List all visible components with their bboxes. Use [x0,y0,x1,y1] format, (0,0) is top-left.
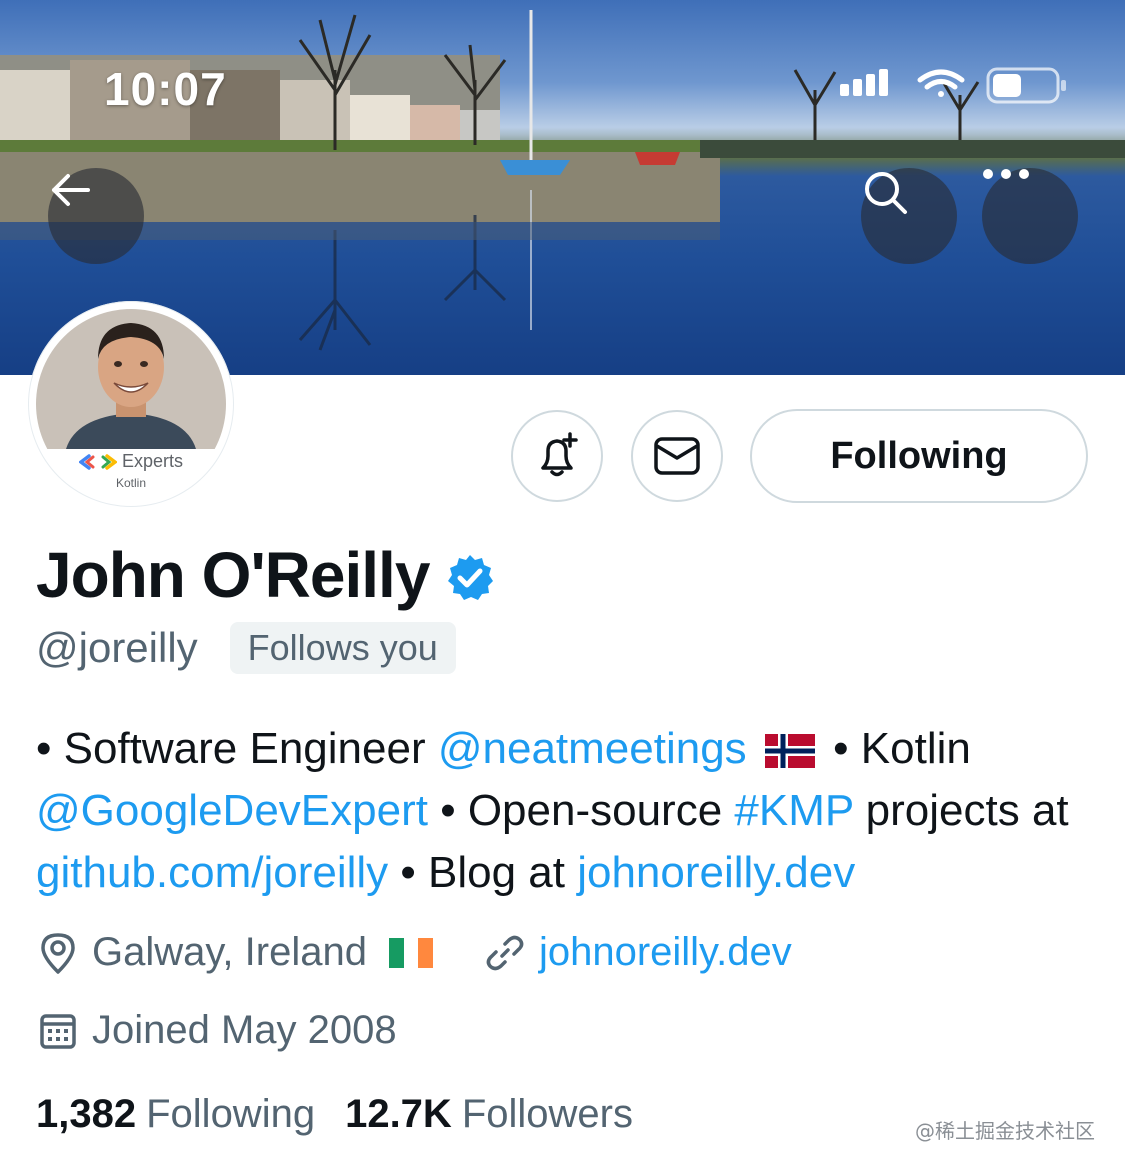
profile-meta-joined-row: Joined May 2008 [36,1008,397,1053]
avatar-badge: Experts [36,451,226,472]
notifications-button[interactable] [511,410,603,502]
profile-name-row: John O'Reilly [36,538,495,612]
ireland-flag-icon [388,937,433,968]
mail-icon [654,437,700,475]
bio-link-github[interactable]: github.com/joreilly [36,848,388,897]
location-pin-icon [36,931,80,975]
bio-text: projects at [853,786,1069,835]
notification-bell-plus-icon [541,432,578,477]
profile-bio: • Software Engineer @neatmeetings • Kotl… [36,718,1096,904]
followers-count: 12.7K [345,1092,452,1136]
message-button[interactable] [631,410,723,502]
back-arrow-icon [52,174,90,206]
bio-mention-googledevexpert[interactable]: @GoogleDevExpert [36,786,428,835]
wifi-icon [917,69,965,97]
avatar[interactable]: Experts Kotlin [28,301,234,507]
follows-you-badge: Follows you [229,622,456,674]
bio-hashtag-kmp[interactable]: #KMP [734,786,853,835]
search-icon [865,172,907,214]
bio-text: • Blog at [388,848,578,897]
dev-experts-logo-icon [78,454,118,470]
profile-meta-location-row: Galway, Ireland johnoreilly.dev [36,930,792,975]
status-time: 10:07 [104,63,227,115]
bio-link-blog[interactable]: johnoreilly.dev [577,848,855,897]
followers-label: Followers [461,1092,633,1136]
location-text: Galway, Ireland [92,930,367,974]
verified-badge-icon[interactable] [445,553,495,603]
more-options-button[interactable] [982,168,1078,264]
joined-text: Joined May 2008 [92,1008,397,1052]
profile-handle: @joreilly [36,624,198,671]
following-count: 1,382 [36,1092,137,1136]
norway-flag-icon [764,734,815,769]
watermark: @稀土掘金技术社区 [915,1119,1095,1143]
calendar-icon [36,1009,80,1053]
following-button[interactable]: Following [750,409,1088,503]
avatar-badge-brand: Experts [121,451,184,471]
avatar-image: Experts Kotlin [36,309,226,499]
followers-stat[interactable]: 12.7K Followers [345,1092,633,1137]
bio-text: • Kotlin [820,724,971,773]
battery-icon [986,67,1066,104]
bio-mention-neatmeetings[interactable]: @neatmeetings [438,724,747,773]
link-icon [483,931,527,975]
following-stat[interactable]: 1,382 Following [36,1092,315,1137]
avatar-badge-sub: Kotlin [115,476,147,490]
back-button[interactable] [48,168,144,264]
following-label: Following [146,1092,316,1136]
bio-text: • Open-source [427,786,735,835]
profile-name: John O'Reilly [36,539,430,611]
more-icon [983,169,1029,179]
website-link[interactable]: johnoreilly.dev [539,930,792,975]
bio-text: • Software Engineer [36,724,438,773]
profile-handle-row: @joreilly Follows you [36,622,456,674]
search-button[interactable] [861,168,957,264]
signal-icon [840,69,888,96]
profile-stats: 1,382 Following 12.7K Followers [36,1092,633,1137]
